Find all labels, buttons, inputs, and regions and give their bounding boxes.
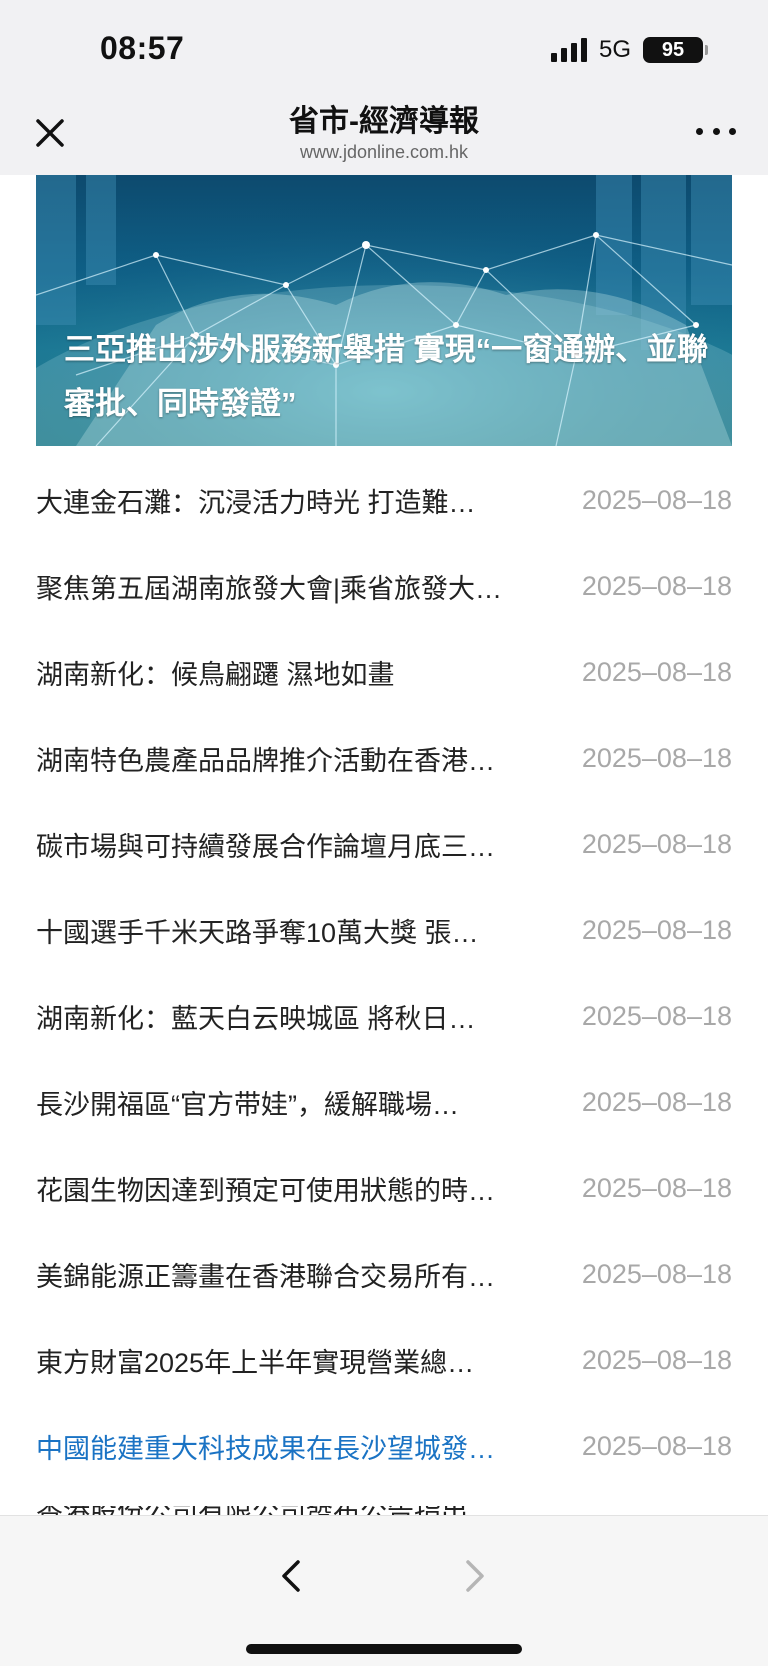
top-bar: 08:57 5G 95 省市-經濟導報 www.jdonline.com.hk: [0, 0, 768, 175]
more-icon[interactable]: [696, 124, 736, 138]
news-title: 湖南新化：藍天白云映城區 將秋日…: [36, 1003, 476, 1034]
news-date: 2025–08–18: [581, 570, 732, 601]
list-item[interactable]: 湖南新化：藍天白云映城區 將秋日… 2025–08–18: [36, 973, 732, 1059]
bottom-toolbar: [0, 1515, 768, 1666]
news-date: 2025–08–18: [581, 1430, 732, 1461]
news-title: 花園生物因達到預定可使用狀態的時…: [36, 1175, 495, 1206]
banner-caption: 三亞推出涉外服務新舉措 實現“一窗通辦、並聯審批、同時發證”: [64, 332, 709, 421]
list-item[interactable]: 大連金石灘：沉浸活力時光 打造難… 2025–08–18: [36, 457, 732, 543]
page-title: 省市-經濟導報: [289, 105, 479, 138]
news-title: 湖南新化：候鳥翩躚 濕地如畫: [36, 659, 395, 690]
news-list: 大連金石灘：沉浸活力時光 打造難… 2025–08–18 聚焦第五屆湖南旅發大會…: [36, 457, 732, 1489]
news-date: 2025–08–18: [581, 1086, 732, 1117]
battery-level: 95: [643, 37, 703, 63]
list-item[interactable]: 中國能建重大科技成果在長沙望城發… 2025–08–18: [36, 1403, 732, 1489]
news-date: 2025–08–18: [581, 1344, 732, 1375]
home-indicator[interactable]: [246, 1644, 522, 1654]
news-title: 東方財富2025年上半年實現營業總…: [36, 1347, 475, 1378]
signal-icon: [550, 38, 587, 62]
list-item[interactable]: 聚焦第五屆湖南旅發大會|乘省旅發大… 2025–08–18: [36, 543, 732, 629]
news-title: 湖南特色農產品品牌推介活動在香港…: [36, 745, 495, 776]
news-date: 2025–08–18: [581, 1000, 732, 1031]
page-url: www.jdonline.com.hk: [299, 142, 469, 162]
chevron-right-icon[interactable]: [460, 1556, 488, 1596]
nav-title-block: 省市-經濟導報 www.jdonline.com.hk: [0, 104, 768, 164]
news-date: 2025–08–18: [581, 484, 732, 515]
news-title: 美錦能源正籌畫在香港聯合交易所有…: [36, 1261, 495, 1292]
list-item[interactable]: 湖南特色農產品品牌推介活動在香港… 2025–08–18: [36, 715, 732, 801]
status-indicators: 5G 95: [550, 36, 708, 64]
news-title: 聚焦第五屆湖南旅發大會|乘省旅發大…: [36, 573, 503, 604]
news-date: 2025–08–18: [581, 828, 732, 859]
news-date: 2025–08–18: [581, 1172, 732, 1203]
news-date: 2025–08–18: [581, 914, 732, 945]
news-date: 2025–08–18: [581, 656, 732, 687]
list-item[interactable]: 長沙開福區“官方带娃”，緩解職場… 2025–08–18: [36, 1059, 732, 1145]
featured-banner[interactable]: 三亞推出涉外服務新舉措 實現“一窗通辦、並聯審批、同時發證”: [36, 175, 732, 446]
battery-icon: 95: [643, 37, 708, 63]
news-title-active: 中國能建重大科技成果在長沙望城發…: [36, 1433, 495, 1464]
network-label: 5G: [598, 36, 631, 63]
chevron-left-icon[interactable]: [278, 1556, 306, 1596]
list-item[interactable]: 花園生物因達到預定可使用狀態的時… 2025–08–18: [36, 1145, 732, 1231]
list-item[interactable]: 東方財富2025年上半年實現營業總… 2025–08–18: [36, 1317, 732, 1403]
news-title: 長沙開福區“官方带娃”，緩解職場…: [36, 1089, 459, 1120]
list-item[interactable]: 湖南新化：候鳥翩躚 濕地如畫 2025–08–18: [36, 629, 732, 715]
news-date: 2025–08–18: [581, 742, 732, 773]
list-item[interactable]: 十國選手千米天路爭奪10萬大獎 張… 2025–08–18: [36, 887, 732, 973]
news-title: 碳市場與可持續發展合作論壇月底三…: [36, 831, 495, 862]
news-title: 十國選手千米天路爭奪10萬大獎 張…: [36, 917, 479, 948]
list-item[interactable]: 碳市場與可持續發展合作論壇月底三… 2025–08–18: [36, 801, 732, 887]
news-date: 2025–08–18: [581, 1258, 732, 1289]
list-item[interactable]: 美錦能源正籌畫在香港聯合交易所有… 2025–08–18: [36, 1231, 732, 1317]
news-title: 大連金石灘：沉浸活力時光 打造難…: [36, 487, 476, 518]
status-time: 08:57: [100, 30, 185, 66]
